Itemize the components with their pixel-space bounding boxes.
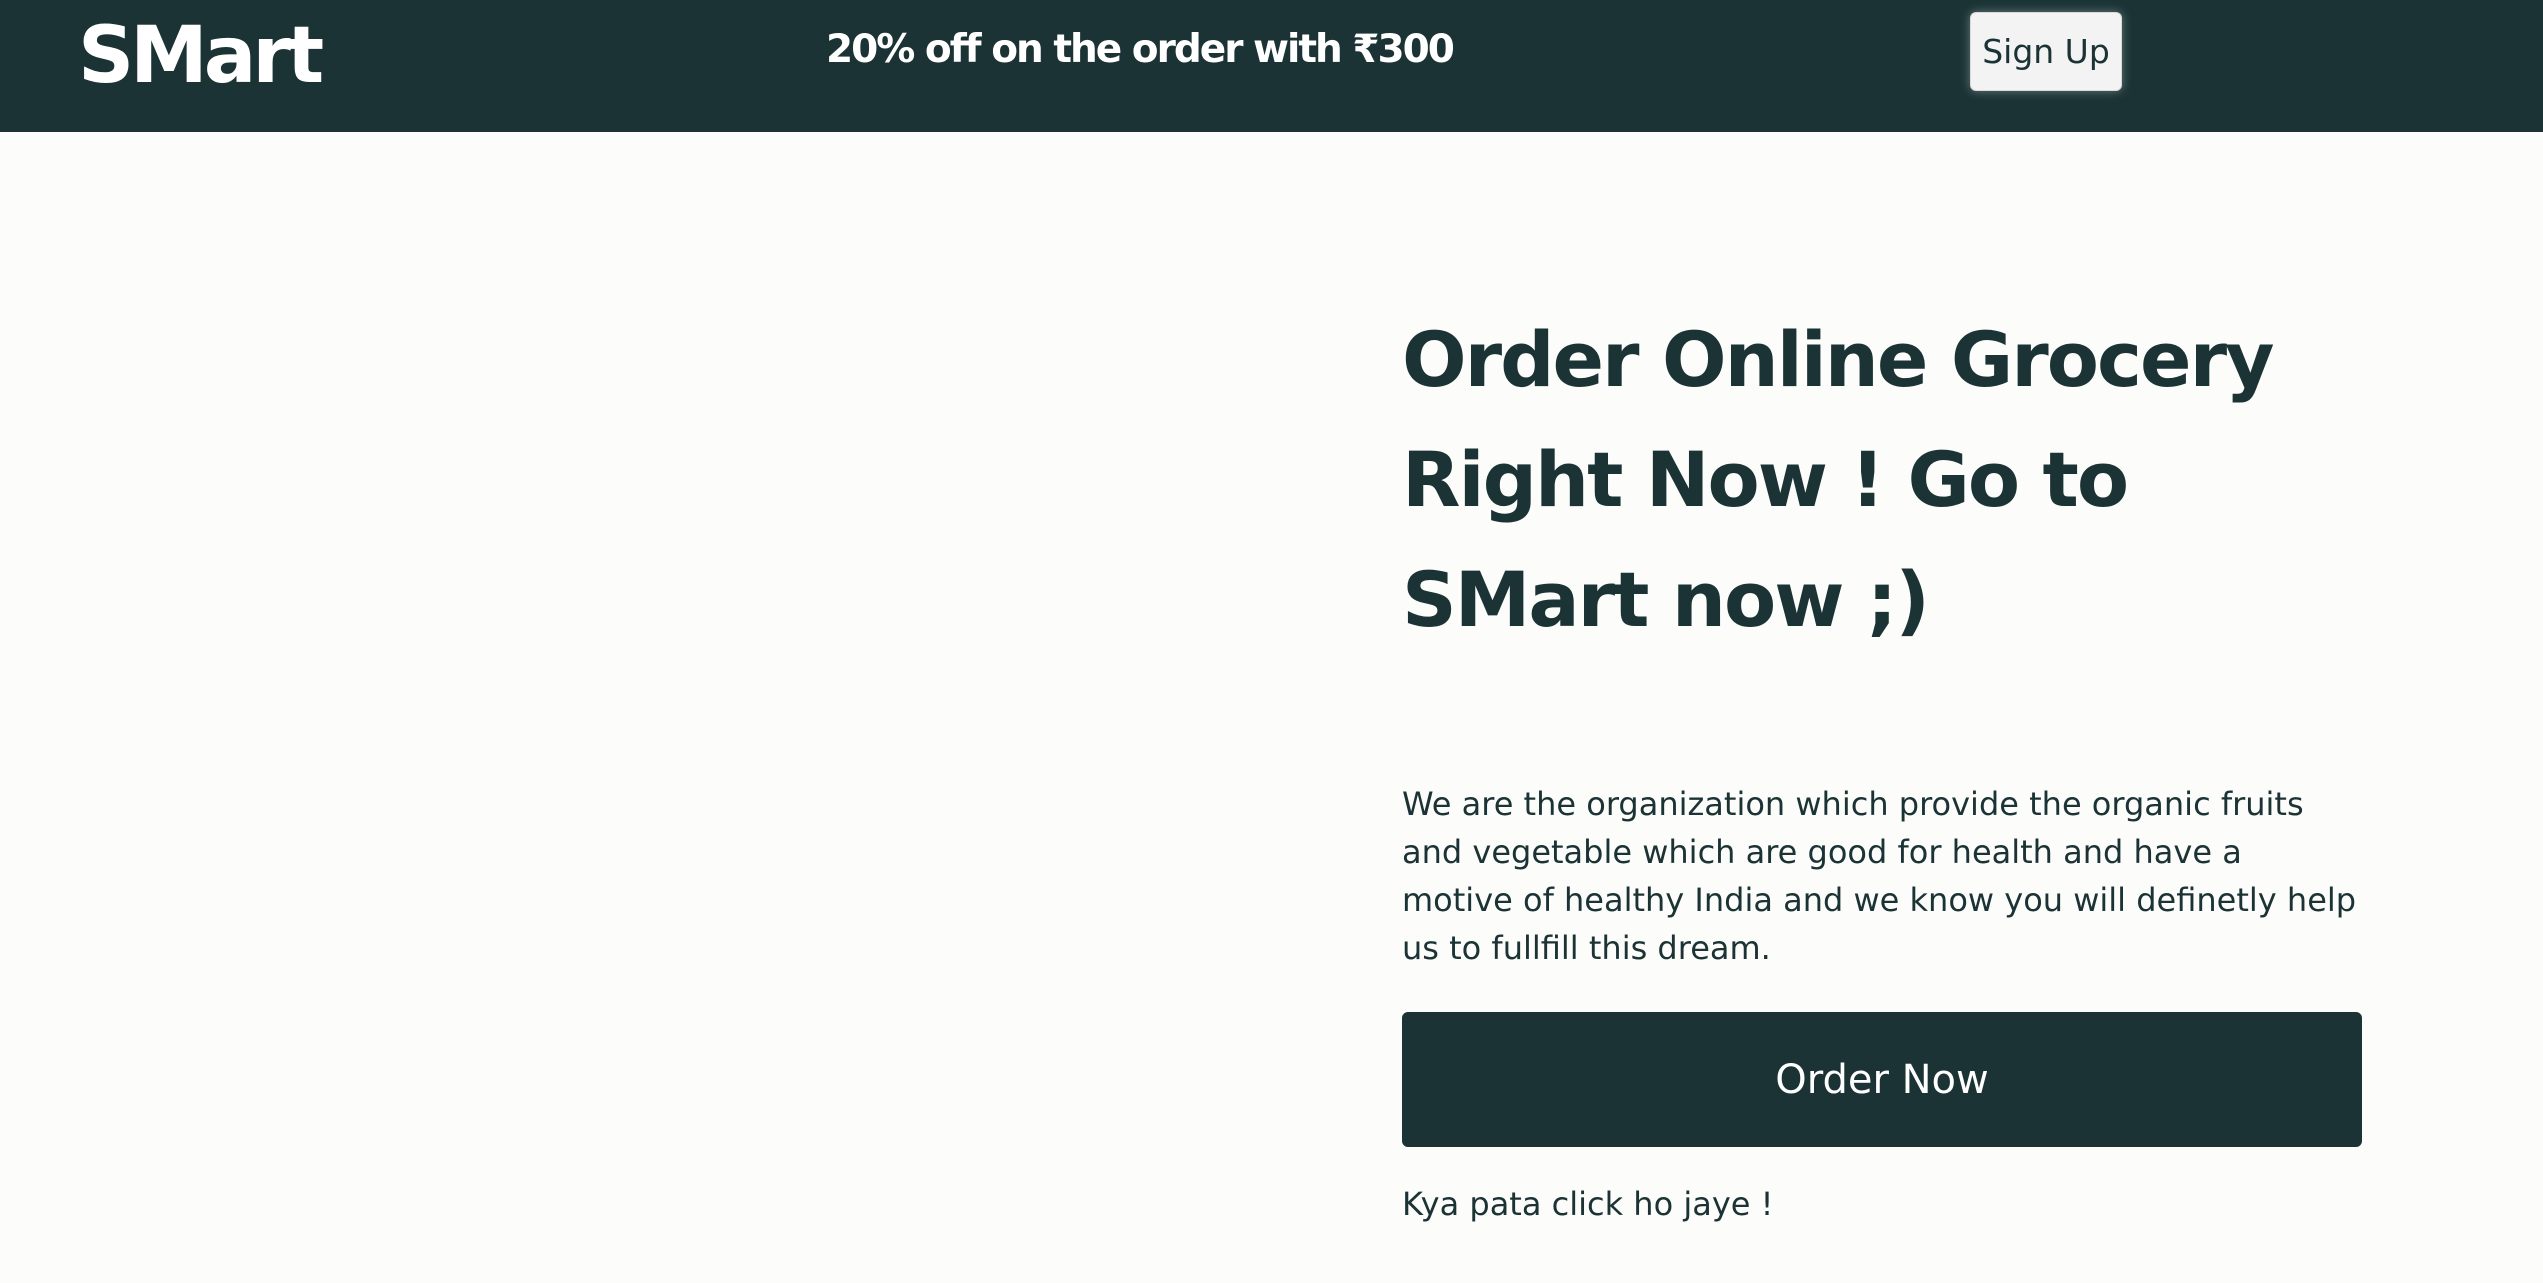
order-hint-text: Kya pata click ho jaye !: [1402, 1185, 1774, 1223]
hero-title: Order Online Grocery Right Now ! Go to S…: [1402, 315, 2275, 644]
order-now-button[interactable]: Order Now: [1402, 1012, 2362, 1147]
top-navbar: SMart 20% off on the order with ₹300 Sig…: [0, 0, 2543, 132]
hero-description: We are the organization which provide th…: [1402, 785, 2357, 967]
promo-banner-text: 20% off on the order with ₹300: [826, 27, 1455, 72]
sign-up-button[interactable]: Sign Up: [1970, 12, 2122, 91]
brand-logo[interactable]: SMart: [78, 6, 324, 106]
hero-image-placeholder: [0, 132, 1350, 1283]
hero-content: Order Online Grocery Right Now ! Go to S…: [1402, 300, 2402, 967]
